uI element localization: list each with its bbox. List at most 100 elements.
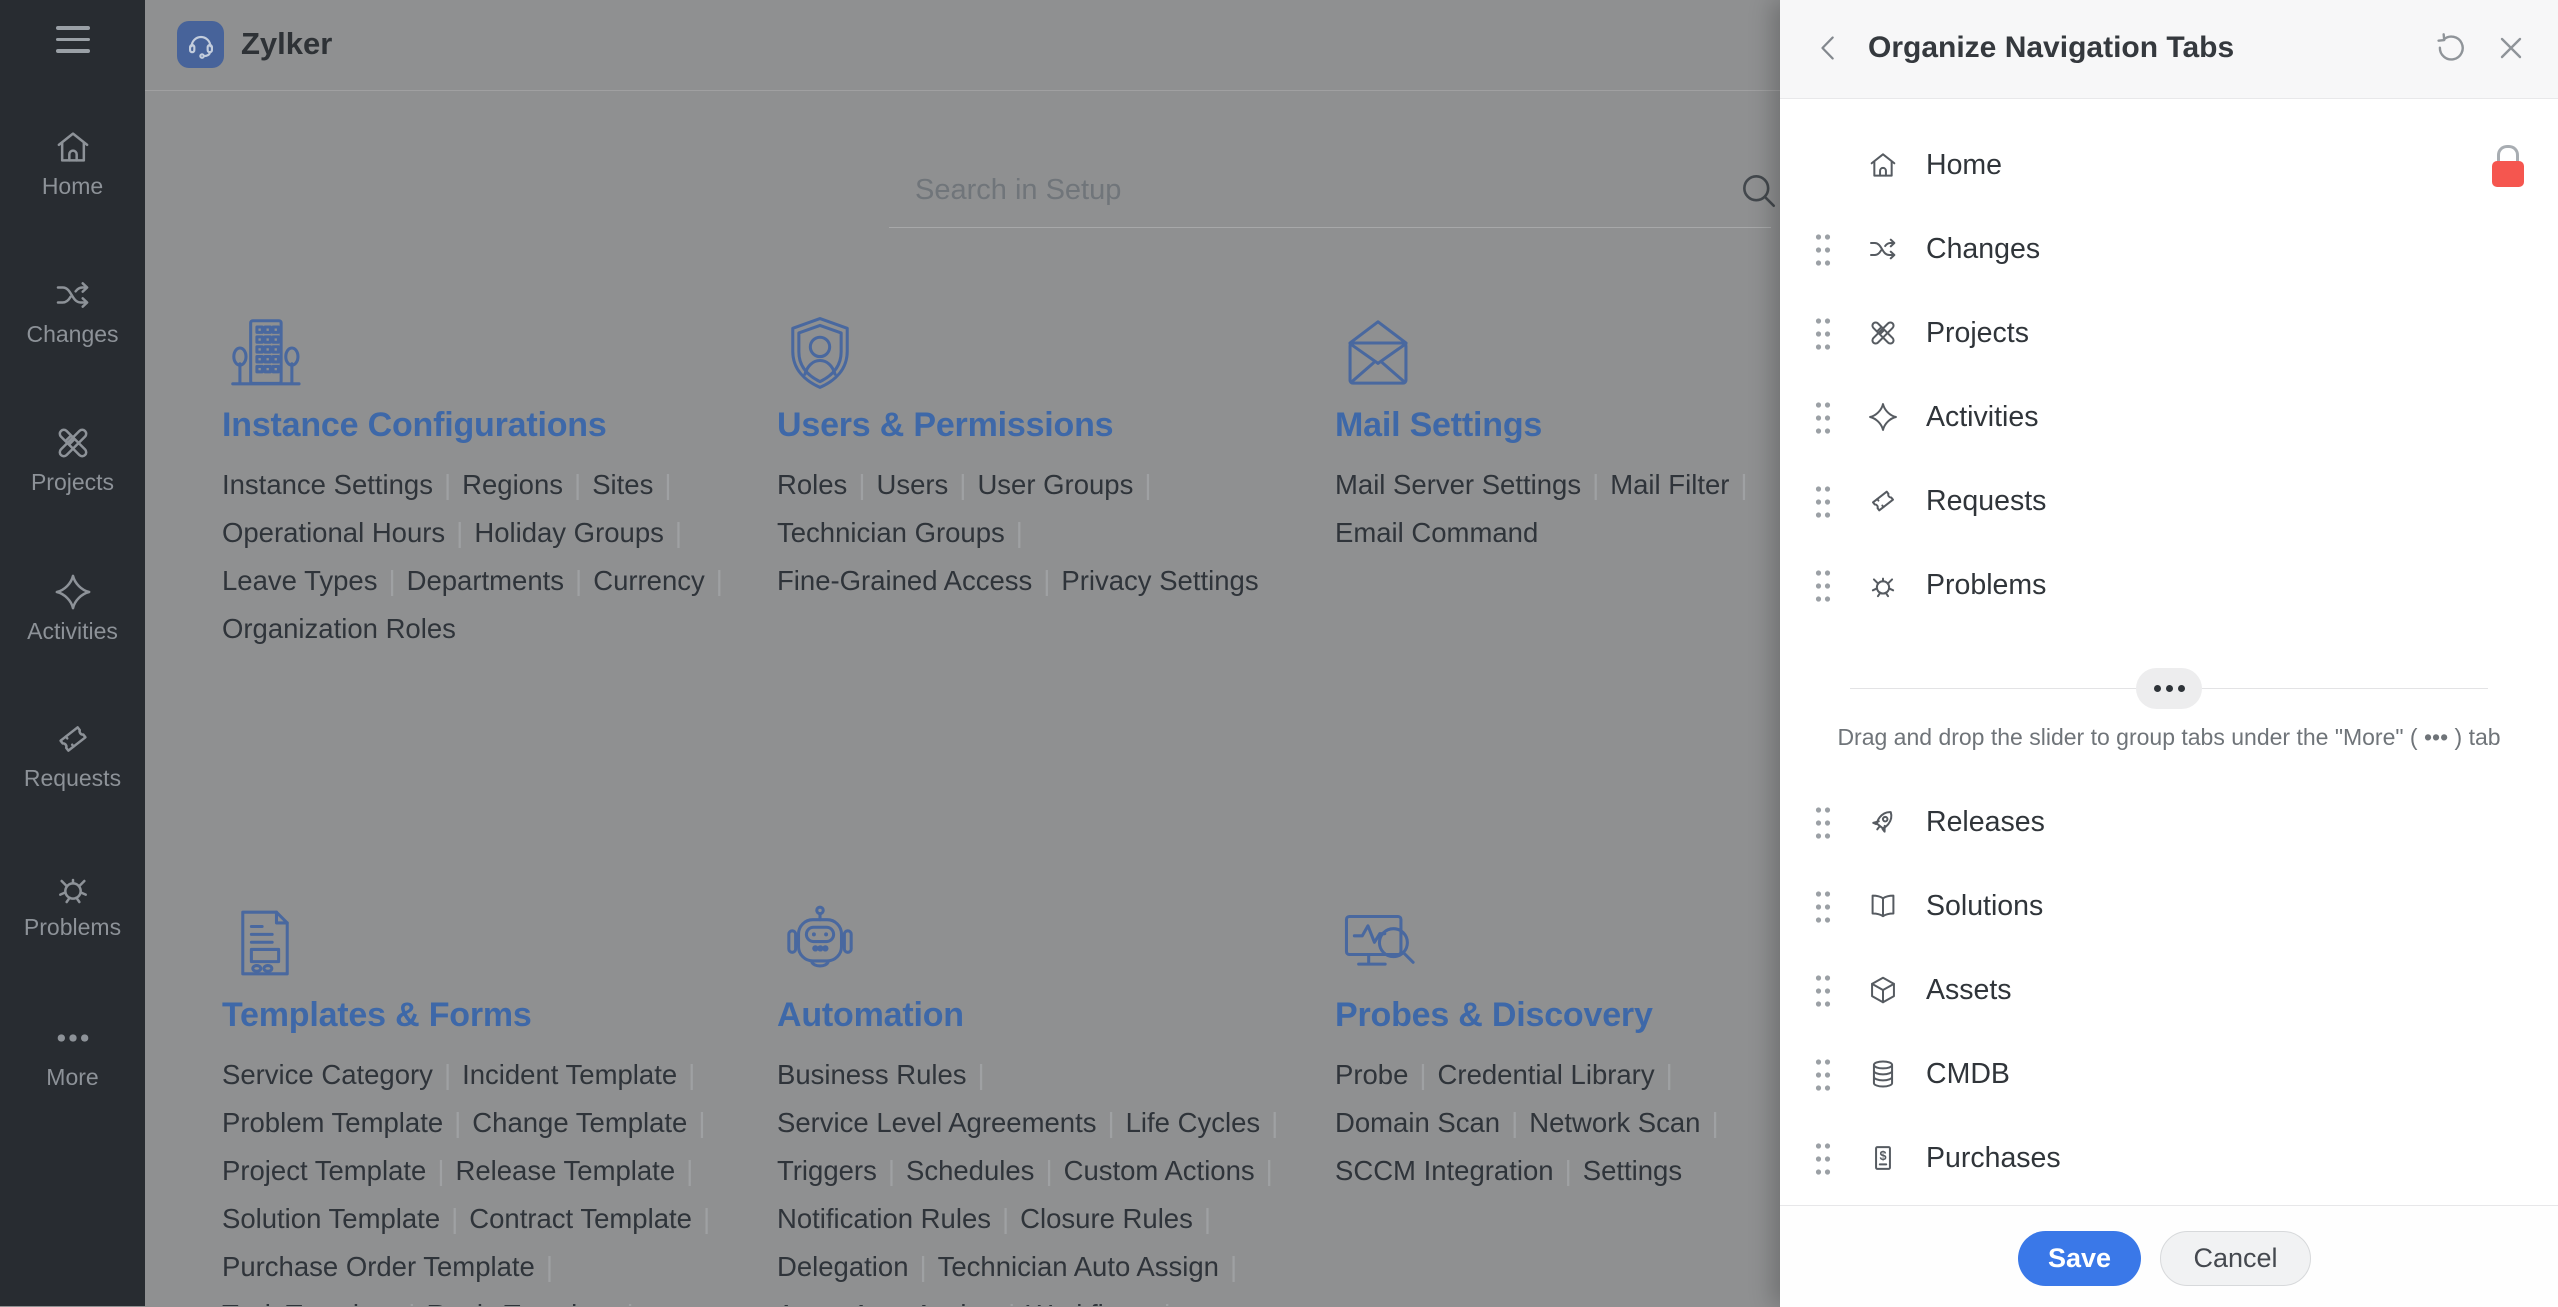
setup-link[interactable]: User Groups: [977, 469, 1133, 500]
setup-link[interactable]: Incident Template: [462, 1059, 677, 1090]
setup-link[interactable]: Project Template: [222, 1155, 426, 1186]
setup-link[interactable]: Regions: [462, 469, 563, 500]
link-separator: |: [1666, 1059, 1673, 1090]
search-input[interactable]: [913, 153, 1687, 227]
setup-link[interactable]: Fine-Grained Access: [777, 565, 1032, 596]
drag-handle-icon[interactable]: [1812, 1140, 1834, 1178]
setup-link[interactable]: Instance Settings: [222, 469, 433, 500]
drag-handle-icon[interactable]: [1812, 972, 1834, 1010]
tab-row-label: Changes: [1926, 207, 2040, 291]
sidebar-item-problems[interactable]: Problems: [0, 868, 145, 941]
setup-link[interactable]: Mail Filter: [1610, 469, 1729, 500]
section-title[interactable]: Users & Permissions: [777, 406, 1259, 445]
cancel-button[interactable]: Cancel: [2160, 1231, 2311, 1286]
setup-link[interactable]: Credential Library: [1438, 1059, 1655, 1090]
tab-row-requests[interactable]: Requests: [1780, 459, 2558, 543]
tab-row-assets[interactable]: Assets: [1780, 948, 2558, 1032]
setup-link[interactable]: Privacy Settings: [1061, 565, 1258, 596]
save-button[interactable]: Save: [2018, 1231, 2141, 1286]
link-separator: |: [919, 1251, 926, 1282]
sidebar-item-more[interactable]: More: [0, 1018, 145, 1091]
setup-link[interactable]: Domain Scan: [1335, 1107, 1500, 1138]
hamburger-menu-icon[interactable]: [56, 26, 90, 61]
section-title[interactable]: Mail Settings: [1335, 406, 1759, 445]
setup-link[interactable]: Asset Auto Assign: [777, 1299, 997, 1306]
tab-row-projects[interactable]: Projects: [1780, 291, 2558, 375]
tab-row-activities[interactable]: Activities: [1780, 375, 2558, 459]
setup-link[interactable]: Leave Types: [222, 565, 377, 596]
setup-link[interactable]: Probe: [1335, 1059, 1408, 1090]
setup-link[interactable]: Purchase Order Template: [222, 1251, 535, 1282]
setup-link[interactable]: Notification Rules: [777, 1203, 991, 1234]
section-link-line: Mail Server Settings|Mail Filter|: [1335, 461, 1759, 509]
section-title[interactable]: Instance Configurations: [222, 406, 734, 445]
section-title[interactable]: Probes & Discovery: [1335, 996, 1730, 1035]
setup-link[interactable]: Email Command: [1335, 517, 1538, 548]
sidebar-item-projects[interactable]: Projects: [0, 423, 145, 496]
tab-row-solutions[interactable]: Solutions: [1780, 864, 2558, 948]
sidebar-item-changes[interactable]: Changes: [0, 275, 145, 348]
section-link-line: Operational Hours|Holiday Groups|: [222, 509, 734, 557]
setup-link[interactable]: Roles: [777, 469, 847, 500]
setup-link[interactable]: Change Template: [472, 1107, 687, 1138]
activities-icon: [53, 572, 93, 612]
setup-link[interactable]: Custom Actions: [1064, 1155, 1255, 1186]
setup-link[interactable]: Workflows: [1026, 1299, 1152, 1306]
setup-link[interactable]: Mail Server Settings: [1335, 469, 1581, 500]
setup-link[interactable]: Life Cycles: [1126, 1107, 1261, 1138]
close-icon[interactable]: [2493, 30, 2529, 66]
setup-link[interactable]: Technician Groups: [777, 517, 1005, 548]
tab-row-problems[interactable]: Problems: [1780, 543, 2558, 627]
setup-link[interactable]: Contract Template: [469, 1203, 692, 1234]
sidebar-item-activities[interactable]: Activities: [0, 572, 145, 645]
drag-handle-icon[interactable]: [1812, 399, 1834, 437]
sidebar-item-requests[interactable]: Requests: [0, 719, 145, 792]
reset-icon[interactable]: [2433, 30, 2469, 66]
setup-link[interactable]: Service Category: [222, 1059, 433, 1090]
setup-link[interactable]: Closure Rules: [1020, 1203, 1193, 1234]
section-title[interactable]: Templates & Forms: [222, 996, 721, 1035]
setup-link[interactable]: Sites: [592, 469, 653, 500]
drag-handle-icon[interactable]: [1812, 1056, 1834, 1094]
drag-handle-icon[interactable]: [1812, 888, 1834, 926]
tab-row-releases[interactable]: Releases: [1780, 780, 2558, 864]
projects-icon: [1867, 317, 1899, 349]
setup-link[interactable]: Reply Template: [426, 1299, 615, 1306]
tab-row-purchases[interactable]: $Purchases: [1780, 1116, 2558, 1200]
projects-icon: [53, 423, 93, 463]
sidebar-item-label: Home: [0, 173, 145, 200]
setup-link[interactable]: Solution Template: [222, 1203, 440, 1234]
search-icon[interactable]: [1737, 169, 1779, 211]
setup-link[interactable]: Schedules: [906, 1155, 1034, 1186]
setup-link[interactable]: Business Rules: [777, 1059, 967, 1090]
setup-link[interactable]: Task Template: [222, 1299, 397, 1306]
back-icon[interactable]: [1812, 31, 1846, 65]
setup-link[interactable]: Currency: [593, 565, 705, 596]
setup-link[interactable]: Triggers: [777, 1155, 877, 1186]
setup-link[interactable]: Operational Hours: [222, 517, 445, 548]
sidebar-item-home[interactable]: Home: [0, 127, 145, 200]
tab-row-cmdb[interactable]: CMDB: [1780, 1032, 2558, 1116]
drag-handle-icon[interactable]: [1812, 804, 1834, 842]
drag-handle-icon[interactable]: [1812, 483, 1834, 521]
more-slider-handle[interactable]: [2136, 668, 2202, 709]
setup-link[interactable]: Service Level Agreements: [777, 1107, 1096, 1138]
setup-link[interactable]: Network Scan: [1529, 1107, 1700, 1138]
setup-link[interactable]: Users: [876, 469, 948, 500]
setup-link[interactable]: SCCM Integration: [1335, 1155, 1554, 1186]
link-separator: |: [1740, 469, 1747, 500]
setup-link[interactable]: Technician Auto Assign: [938, 1251, 1219, 1282]
section-title[interactable]: Automation: [777, 996, 1289, 1035]
setup-link[interactable]: Release Template: [455, 1155, 675, 1186]
drag-handle-icon[interactable]: [1812, 231, 1834, 269]
drag-handle-icon[interactable]: [1812, 315, 1834, 353]
setup-link[interactable]: Settings: [1583, 1155, 1682, 1186]
setup-link[interactable]: Organization Roles: [222, 613, 456, 644]
tab-row-changes[interactable]: Changes: [1780, 207, 2558, 291]
drag-handle-icon[interactable]: [1812, 567, 1834, 605]
setup-link[interactable]: Departments: [407, 565, 564, 596]
setup-link[interactable]: Holiday Groups: [474, 517, 664, 548]
setup-link[interactable]: Problem Template: [222, 1107, 443, 1138]
setup-link[interactable]: Delegation: [777, 1251, 908, 1282]
tab-row-home[interactable]: Home: [1780, 123, 2558, 207]
